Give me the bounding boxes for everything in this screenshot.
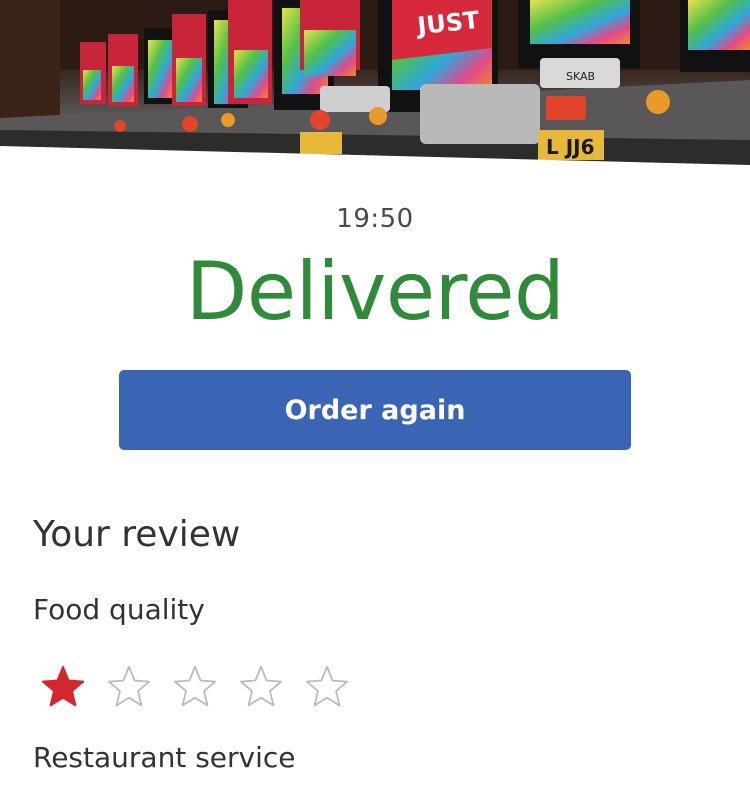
order-status: Delivered: [185, 245, 565, 338]
delivery-time: 19:50: [336, 204, 414, 234]
review-heading: Your review: [33, 514, 241, 555]
svg-text:SKAB: SKAB: [566, 70, 595, 83]
star-outline-icon[interactable]: [106, 664, 152, 710]
star-outline-icon[interactable]: [172, 664, 218, 710]
food-quality-stars: [40, 664, 350, 714]
food-quality-label: Food quality: [33, 593, 205, 626]
scooter-box-1: [80, 42, 106, 104]
restaurant-service-label: Restaurant service: [33, 741, 296, 774]
star-filled-icon[interactable]: [40, 664, 86, 710]
star-outline-icon[interactable]: [304, 664, 350, 710]
svg-text:L JJ6: L JJ6: [546, 135, 595, 159]
hero-banner-image: JUST SKAB L JJ6: [0, 0, 750, 165]
order-again-button[interactable]: Order again: [119, 370, 631, 450]
star-outline-icon[interactable]: [238, 664, 284, 710]
scooters-illustration: JUST SKAB L JJ6: [0, 0, 750, 165]
